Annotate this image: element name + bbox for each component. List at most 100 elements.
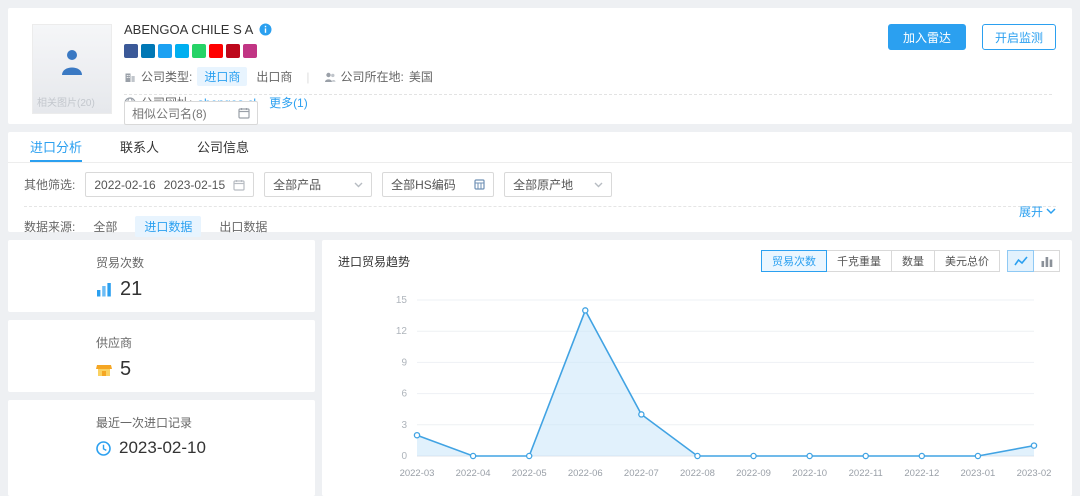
tab-import-analysis[interactable]: 进口分析 xyxy=(30,132,82,162)
start-monitor-button[interactable]: 开启监测 xyxy=(982,24,1056,50)
source-option-all[interactable]: 全部 xyxy=(93,218,117,235)
svg-text:15: 15 xyxy=(396,295,408,306)
chart-title: 进口贸易趋势 xyxy=(338,253,410,270)
toggle-quantity[interactable]: 数量 xyxy=(891,250,935,272)
source-option-import[interactable]: 进口数据 xyxy=(135,216,201,237)
analysis-panel: 进口分析 联系人 公司信息 其他筛选: 2022-02-16 2023-02-1… xyxy=(8,132,1072,232)
company-photo-placeholder[interactable]: 相关图片(20) xyxy=(32,24,112,114)
building-icon xyxy=(124,71,136,83)
bar-chart-icon xyxy=(1041,256,1053,267)
grid-icon xyxy=(474,179,485,190)
stat-value: 5 xyxy=(120,358,131,381)
line-chart-button[interactable] xyxy=(1007,250,1034,272)
svg-text:2022-05: 2022-05 xyxy=(512,468,547,479)
chevron-down-icon xyxy=(354,182,363,188)
svg-text:12: 12 xyxy=(396,326,408,337)
chevron-down-icon xyxy=(594,182,603,188)
whatsapp-icon[interactable] xyxy=(192,44,206,58)
linkedin-icon[interactable] xyxy=(141,44,155,58)
trend-line-chart: 0 3 6 9 12 15 2022-03 2022-04 2022-05 2022-06 2022… xyxy=(332,284,1062,486)
trend-chart-card: 进口贸易趋势 贸易次数 千克重量 数量 美元总价 xyxy=(322,240,1072,496)
company-type-label: 公司类型: xyxy=(141,68,192,85)
svg-text:2023-01: 2023-01 xyxy=(960,468,995,479)
importer-tag[interactable]: 进口商 xyxy=(197,67,247,86)
clock-icon xyxy=(96,441,111,456)
location-value: 美国 xyxy=(409,68,433,85)
tab-company-info[interactable]: 公司信息 xyxy=(197,132,249,162)
company-name: ABENGOA CHILE S A xyxy=(124,22,253,37)
people-icon xyxy=(324,71,336,83)
location-label: 公司所在地: xyxy=(341,68,404,85)
svg-text:2022-04: 2022-04 xyxy=(456,468,491,479)
person-icon xyxy=(59,47,85,77)
data-source-row: 数据来源: 全部 进口数据 出口数据 xyxy=(8,207,1072,237)
stat-label: 贸易次数 xyxy=(96,254,315,271)
stat-card-last-import: 最近一次进口记录 2023-02-10 xyxy=(8,400,315,496)
more-link[interactable]: 更多(1) xyxy=(269,94,308,111)
expand-toggle[interactable]: 展开 xyxy=(1019,203,1056,220)
company-info: ABENGOA CHILE S A 公司类型: 进口商 出口商 xyxy=(124,22,822,111)
date-range-picker[interactable]: 2022-02-16 2023-02-15 xyxy=(85,172,254,197)
similar-company-select[interactable]: 相似公司名(8) xyxy=(124,101,258,125)
skype-icon[interactable] xyxy=(175,44,189,58)
bar-chart-icon xyxy=(96,282,112,297)
chevron-down-icon xyxy=(1046,208,1056,215)
tab-contacts[interactable]: 联系人 xyxy=(120,132,159,162)
metric-toggle-group: 贸易次数 千克重量 数量 美元总价 xyxy=(762,250,1000,272)
toggle-kg-weight[interactable]: 千克重量 xyxy=(826,250,892,272)
tab-bar: 进口分析 联系人 公司信息 xyxy=(8,132,1072,163)
svg-text:2022-03: 2022-03 xyxy=(400,468,435,479)
svg-text:0: 0 xyxy=(401,451,407,462)
add-radar-button[interactable]: 加入雷达 xyxy=(888,24,966,50)
hs-code-select[interactable]: 全部HS编码 xyxy=(382,172,494,197)
dashed-divider xyxy=(124,94,1052,95)
stat-value: 21 xyxy=(120,278,142,301)
date-start: 2022-02-16 xyxy=(94,178,155,192)
line-chart-icon xyxy=(1014,256,1028,267)
bottom-strip xyxy=(0,496,1080,501)
instagram-icon[interactable] xyxy=(243,44,257,58)
product-select[interactable]: 全部产品 xyxy=(264,172,372,197)
svg-text:2023-02: 2023-02 xyxy=(1017,468,1052,479)
svg-text:2022-08: 2022-08 xyxy=(680,468,715,479)
stat-label: 最近一次进口记录 xyxy=(96,414,315,431)
calendar-icon xyxy=(233,179,245,191)
twitter-icon[interactable] xyxy=(158,44,172,58)
origin-select[interactable]: 全部原产地 xyxy=(504,172,612,197)
svg-text:2022-06: 2022-06 xyxy=(568,468,603,479)
svg-text:6: 6 xyxy=(401,389,407,400)
bar-chart-button[interactable] xyxy=(1033,250,1060,272)
svg-text:2022-07: 2022-07 xyxy=(624,468,659,479)
toggle-usd-total[interactable]: 美元总价 xyxy=(934,250,1000,272)
svg-text:9: 9 xyxy=(401,357,407,368)
svg-text:2022-11: 2022-11 xyxy=(849,468,883,479)
pinterest-icon[interactable] xyxy=(226,44,240,58)
company-header-card: 相关图片(20) ABENGOA CHILE S A 公司类 xyxy=(8,8,1072,124)
similar-company-label: 相似公司名(8) xyxy=(132,105,207,122)
source-option-export[interactable]: 出口数据 xyxy=(219,218,267,235)
stat-value: 2023-02-10 xyxy=(119,438,206,458)
chart-type-buttons xyxy=(1008,250,1060,272)
svg-text:2022-12: 2022-12 xyxy=(904,468,939,479)
social-icons xyxy=(124,44,822,58)
filter-row: 其他筛选: 2022-02-16 2023-02-15 全部产品 全部HS编码 xyxy=(8,163,1072,202)
svg-text:3: 3 xyxy=(401,420,407,431)
toggle-trade-count[interactable]: 贸易次数 xyxy=(761,250,827,272)
filter-label: 其他筛选: xyxy=(24,176,75,193)
calendar-icon xyxy=(238,107,250,119)
facebook-icon[interactable] xyxy=(124,44,138,58)
data-source-label: 数据来源: xyxy=(24,218,75,235)
stat-card-suppliers: 供应商 5 xyxy=(8,320,315,392)
supplier-icon xyxy=(96,362,112,377)
svg-text:2022-09: 2022-09 xyxy=(736,468,771,479)
date-end: 2023-02-15 xyxy=(164,178,225,192)
svg-text:2022-10: 2022-10 xyxy=(792,468,827,479)
stat-label: 供应商 xyxy=(96,334,315,351)
photo-caption: 相关图片(20) xyxy=(37,94,95,109)
exporter-option[interactable]: 出口商 xyxy=(256,68,292,85)
stat-card-trade-count: 贸易次数 21 xyxy=(8,240,315,312)
page: 相关图片(20) ABENGOA CHILE S A 公司类 xyxy=(0,0,1080,501)
youtube-icon[interactable] xyxy=(209,44,223,58)
divider: | xyxy=(306,70,309,84)
info-icon[interactable] xyxy=(259,23,272,36)
